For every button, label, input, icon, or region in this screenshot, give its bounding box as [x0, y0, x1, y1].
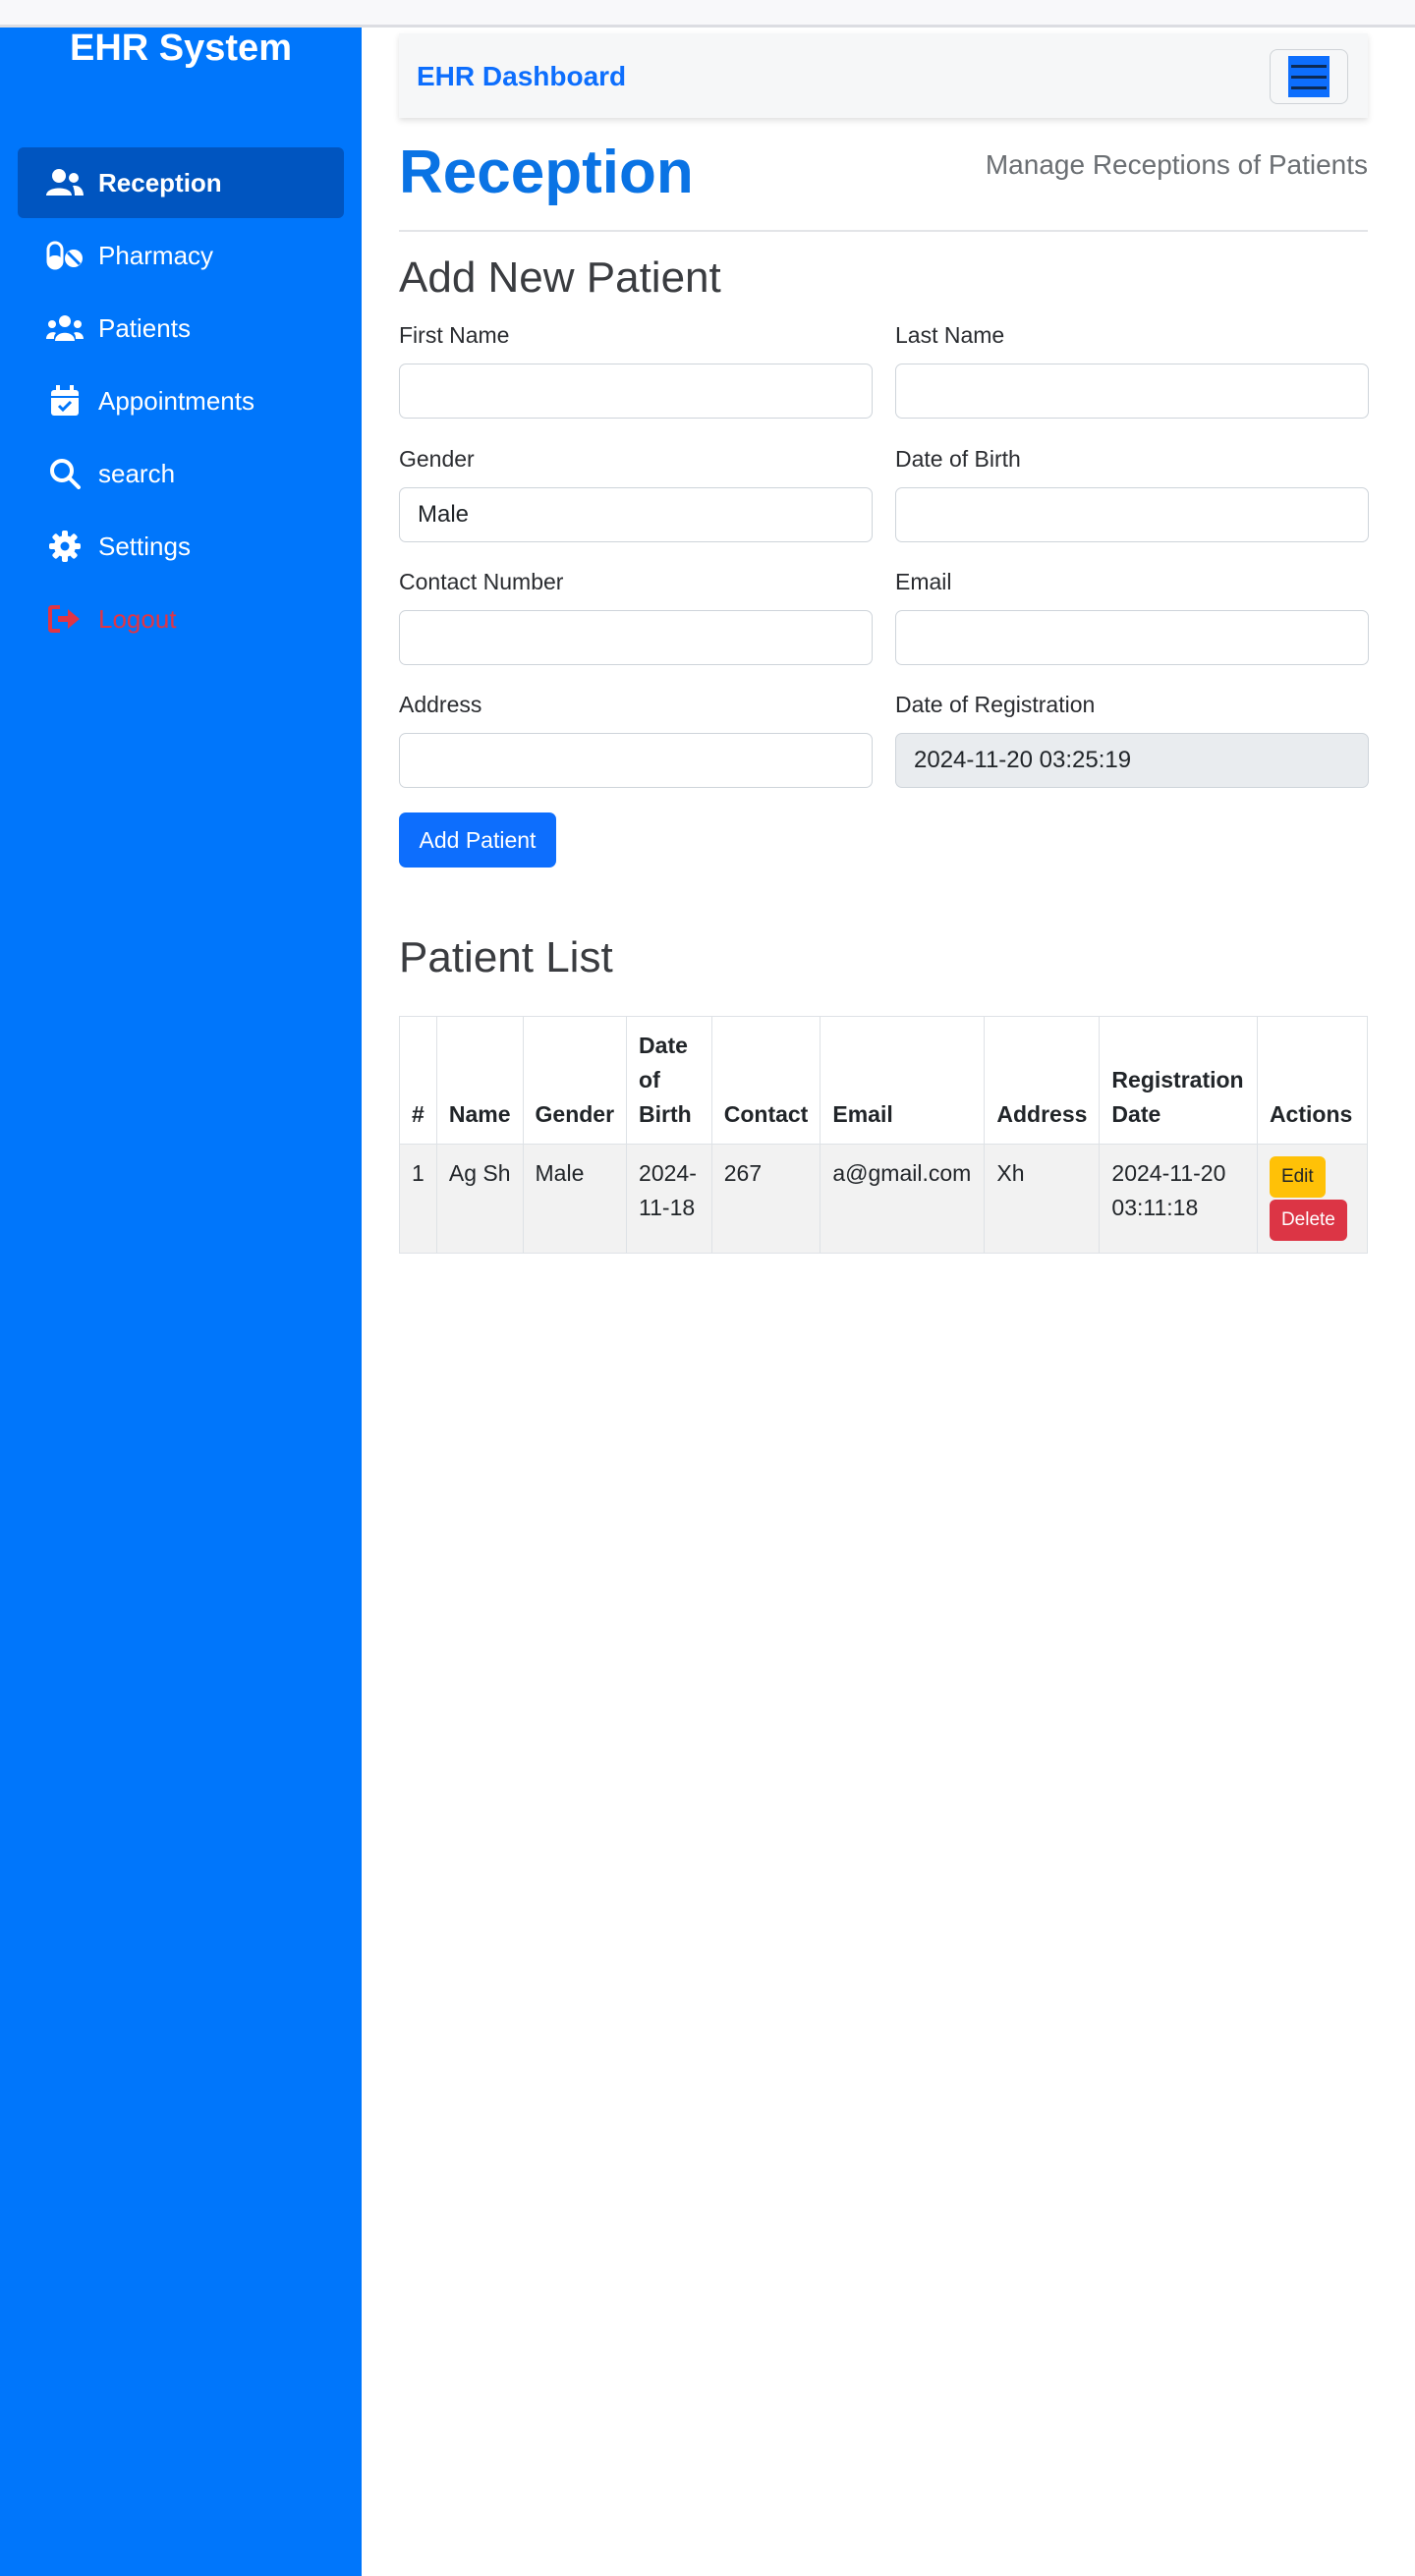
first-name-label: First Name — [399, 322, 510, 348]
top-navbar: EHR Dashboard — [399, 33, 1368, 118]
cell-gender: Male — [522, 1144, 628, 1254]
contact-label: Contact Number — [399, 569, 564, 594]
sidebar-item-label: Reception — [98, 167, 222, 197]
col-header-name: Name — [435, 1016, 524, 1145]
first-name-input[interactable] — [399, 364, 873, 419]
contact-input[interactable] — [399, 610, 873, 665]
logout-icon — [45, 599, 85, 639]
main-content: EHR Dashboard Reception Manage Reception… — [362, 28, 1415, 2576]
pills-icon — [45, 236, 85, 275]
cell-dob: 2024-11-18 — [626, 1144, 712, 1254]
sidebar-item-label: Appointments — [98, 385, 255, 416]
patient-list-heading: Patient List — [399, 933, 613, 981]
cell-actions: Edit Delete — [1256, 1144, 1369, 1254]
col-header-registration: Registration Date — [1099, 1016, 1258, 1145]
add-patient-button[interactable]: Add Patient — [399, 812, 556, 868]
cell-registration: 2024-11-20 03:11:18 — [1099, 1144, 1258, 1254]
dob-label: Date of Birth — [895, 446, 1021, 472]
email-label: Email — [895, 569, 952, 594]
browser-top-strip — [0, 0, 1415, 28]
gender-label: Gender — [399, 446, 475, 472]
last-name-label: Last Name — [895, 322, 1005, 348]
sidebar-item-label: Patients — [98, 312, 191, 343]
edit-button[interactable]: Edit — [1269, 1156, 1326, 1198]
sidebar-item-search[interactable]: search — [18, 438, 344, 509]
sidebar-item-label: search — [98, 458, 176, 488]
last-name-input[interactable] — [895, 364, 1369, 419]
sidebar-item-appointments[interactable]: Appointments — [18, 365, 344, 436]
col-header-actions: Actions — [1256, 1016, 1369, 1145]
sidebar-item-reception[interactable]: Reception — [18, 147, 344, 218]
sidebar-item-patients[interactable]: Patients — [18, 293, 344, 364]
delete-button[interactable]: Delete — [1269, 1200, 1347, 1241]
col-header-dob: Date of Birth — [626, 1016, 712, 1145]
page-title: Reception — [399, 139, 694, 206]
cell-name: Ag Sh — [435, 1144, 524, 1254]
page-subtitle: Manage Receptions of Patients — [985, 149, 1368, 180]
divider — [399, 230, 1368, 232]
dob-input[interactable] — [895, 487, 1369, 542]
col-header-contact: Contact — [710, 1016, 821, 1145]
cell-contact: 267 — [710, 1144, 821, 1254]
gear-icon — [45, 527, 85, 566]
gender-select[interactable]: Male — [399, 487, 873, 542]
sidebar-item-logout[interactable]: Logout — [18, 584, 344, 654]
address-label: Address — [399, 692, 482, 717]
hamburger-menu-icon — [1288, 56, 1330, 97]
user-group-icon — [45, 308, 85, 348]
table-row: 1 Ag Sh Male 2024-11-18 267 a@gmail.com … — [399, 1144, 1369, 1254]
sidebar-item-label: Settings — [98, 531, 191, 561]
email-input[interactable] — [895, 610, 1369, 665]
navbar-brand[interactable]: EHR Dashboard — [417, 61, 626, 92]
patient-table: # Name Gender Date of Birth Contact Emai… — [399, 1016, 1369, 1254]
sidebar-item-settings[interactable]: Settings — [18, 511, 344, 582]
sidebar-item-label: Logout — [98, 603, 177, 634]
sidebar-brand: EHR System — [70, 28, 292, 69]
navbar-toggle-button[interactable] — [1270, 49, 1348, 104]
cell-email: a@gmail.com — [820, 1144, 986, 1254]
address-input[interactable] — [399, 733, 873, 788]
users-icon — [45, 163, 85, 202]
sidebar-item-label: Pharmacy — [98, 240, 214, 270]
col-header-number: # — [399, 1016, 437, 1145]
cell-address: Xh — [984, 1144, 1101, 1254]
calendar-check-icon — [45, 381, 85, 420]
search-icon — [45, 454, 85, 493]
col-header-gender: Gender — [522, 1016, 628, 1145]
table-header-row: # Name Gender Date of Birth Contact Emai… — [399, 1016, 1369, 1145]
registration-date-label: Date of Registration — [895, 692, 1096, 717]
form-heading: Add New Patient — [399, 253, 721, 302]
registration-date-input: 2024-11-20 03:25:19 — [895, 733, 1369, 788]
sidebar-item-pharmacy[interactable]: Pharmacy — [18, 220, 344, 291]
col-header-address: Address — [984, 1016, 1101, 1145]
col-header-email: Email — [820, 1016, 986, 1145]
cell-number: 1 — [399, 1144, 437, 1254]
